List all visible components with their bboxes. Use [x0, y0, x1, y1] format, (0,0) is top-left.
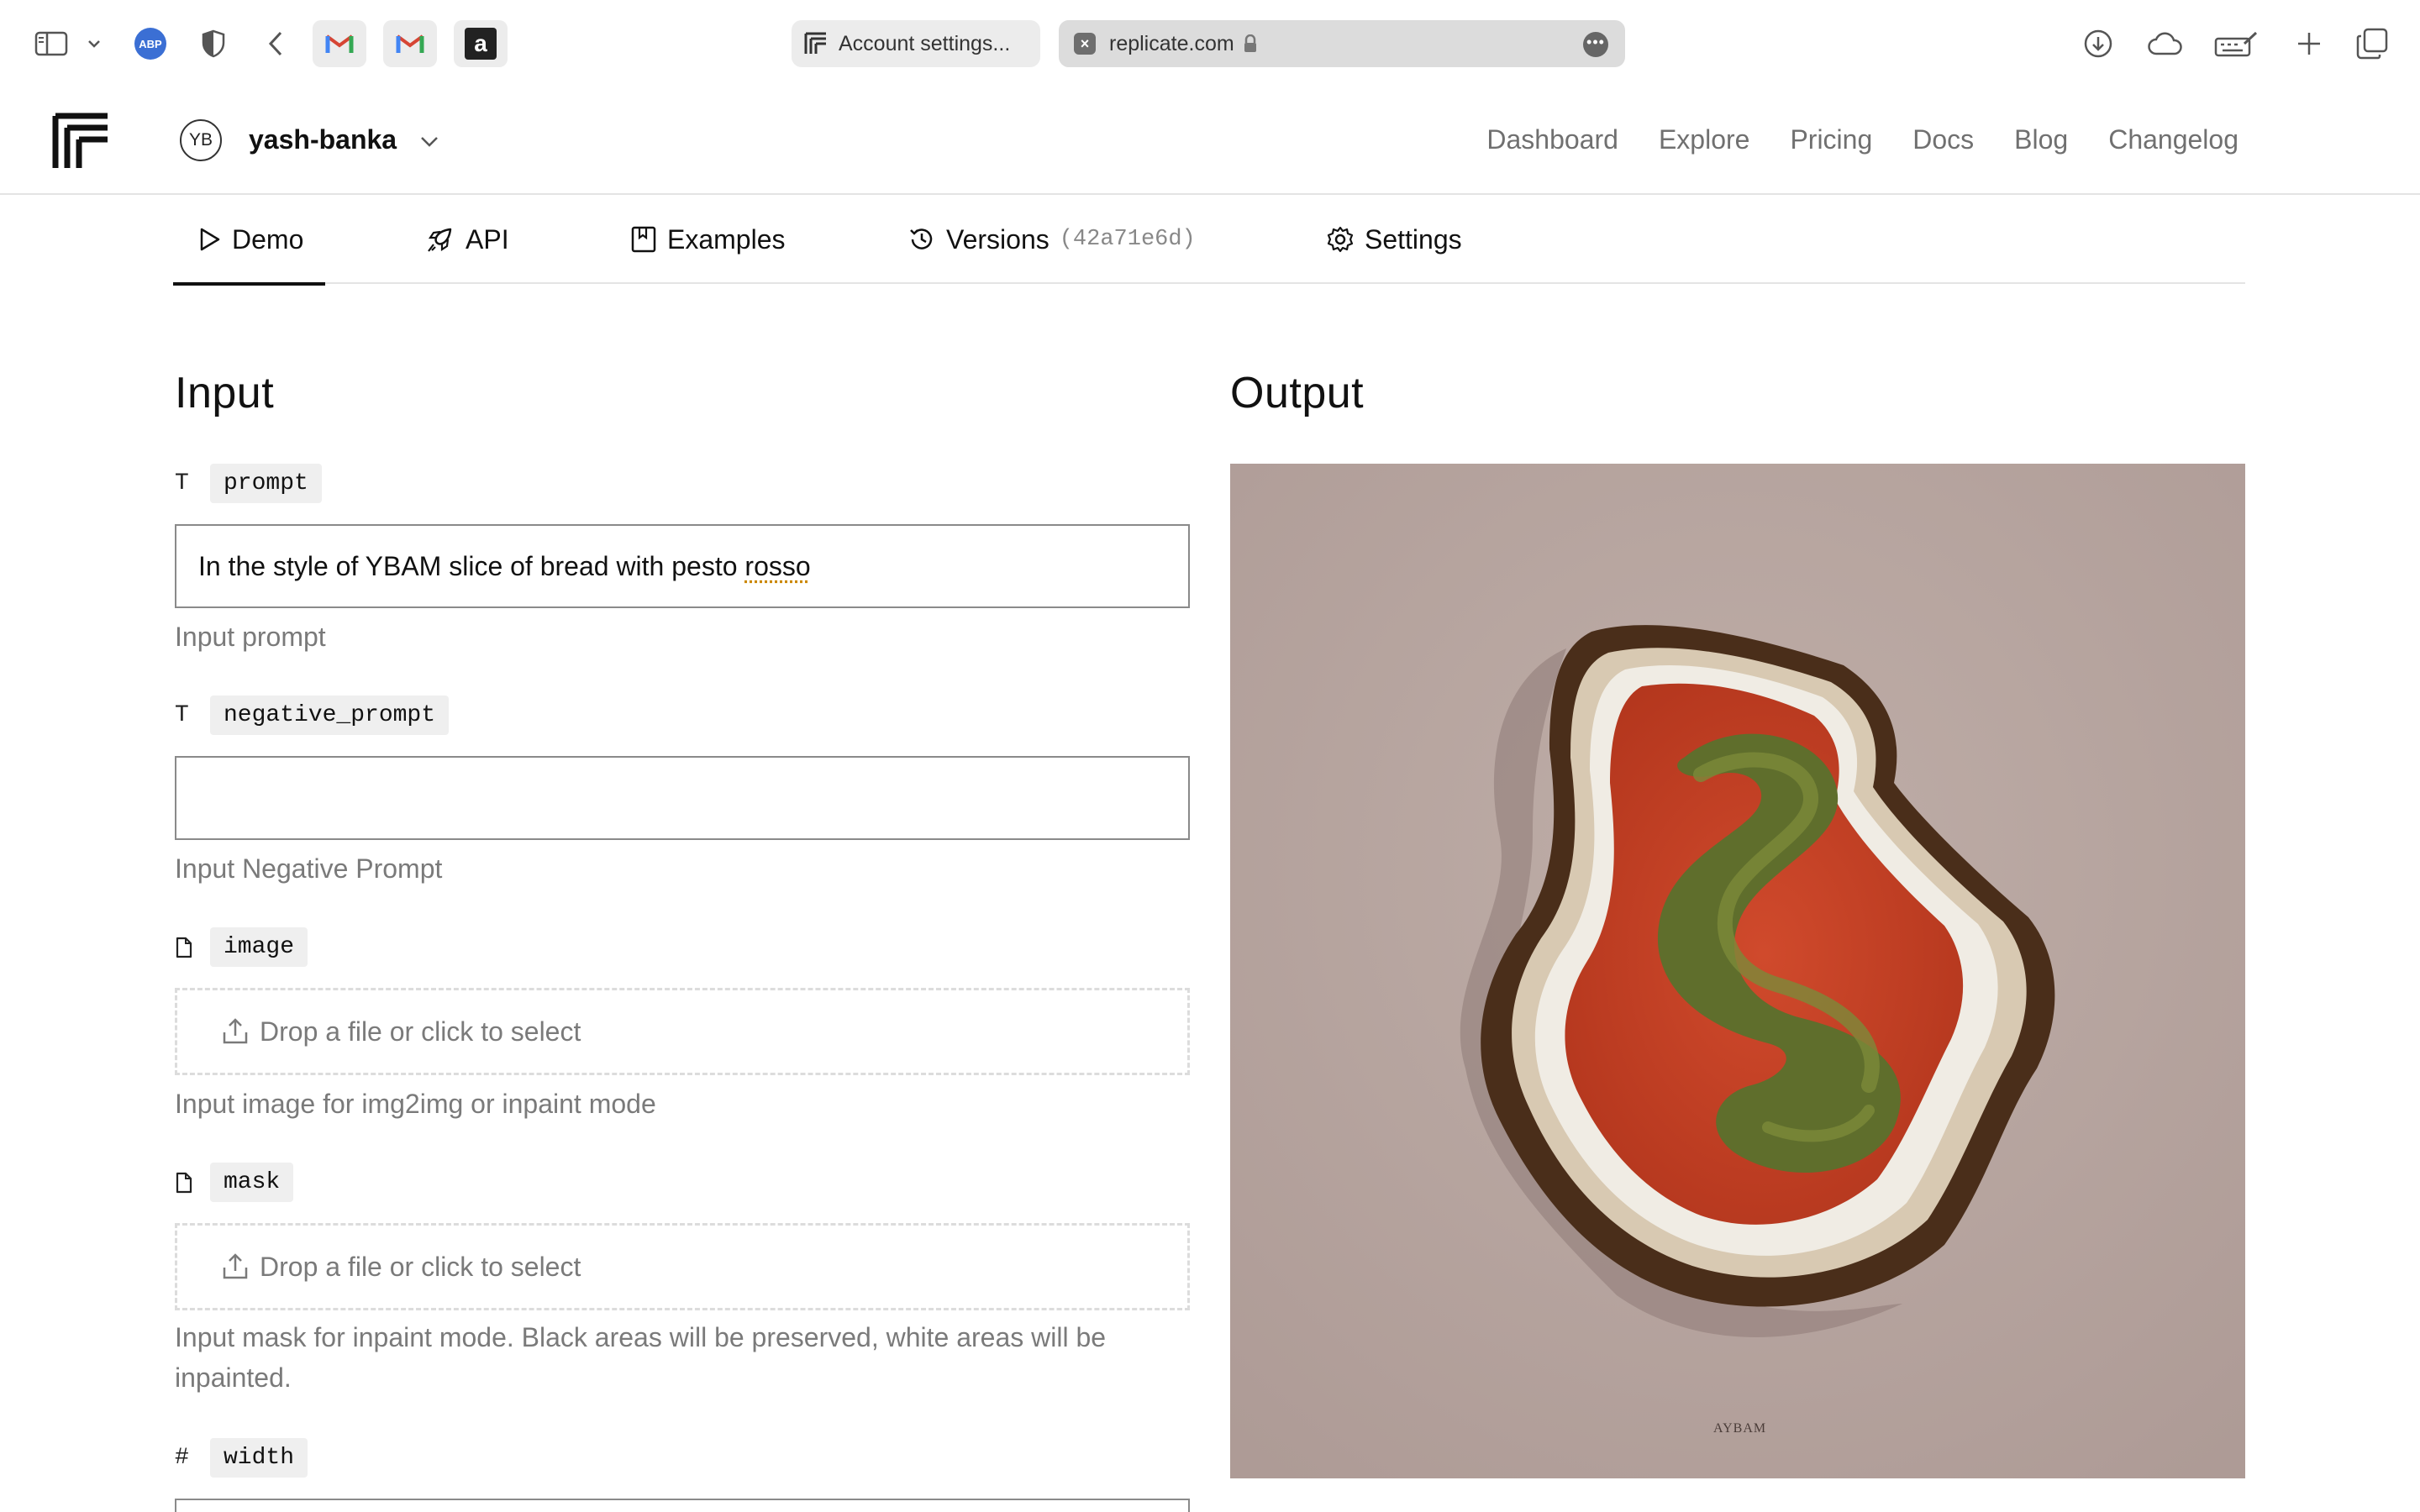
cloud-icon[interactable] [2143, 20, 2186, 67]
new-tab-icon[interactable] [2291, 20, 2328, 67]
sidebar-toggle-icon[interactable] [32, 20, 72, 67]
avatar[interactable]: YB [180, 119, 222, 161]
prompt-field-label: T prompt [175, 464, 322, 503]
input-heading: Input [175, 369, 275, 417]
upload-icon [223, 1018, 248, 1044]
bread-with-pesto-illustration [1230, 464, 2245, 1478]
spellcheck-flagged-word: rosso [744, 550, 811, 581]
text-type-icon: T [175, 702, 189, 728]
file-type-icon [175, 937, 202, 958]
bookmark-book-icon [631, 226, 656, 253]
history-icon [910, 228, 933, 249]
tab-title: Account settings... [839, 31, 1011, 55]
number-type-icon: # [175, 1445, 189, 1471]
text-type-icon: T [175, 470, 189, 496]
mask-dropzone[interactable]: Drop a file or click to select [175, 1223, 1190, 1310]
tab-overview-icon[interactable] [2353, 20, 2391, 67]
image-hint: Input image for img2img or inpaint mode [175, 1089, 656, 1119]
mask-field-label: mask [175, 1163, 294, 1202]
account-username[interactable]: yash-banka [249, 124, 397, 155]
chevron-down-icon[interactable] [418, 131, 440, 153]
artist-signature: AYBAM [1713, 1421, 1767, 1436]
url-text: replicate.com [1109, 31, 1234, 55]
output-image[interactable]: AYBAM [1230, 464, 2245, 1478]
negative-prompt-hint: Input Negative Prompt [175, 853, 443, 884]
field-name-chip: prompt [210, 464, 322, 503]
tab-account-settings[interactable]: Account settings... [792, 20, 1040, 67]
rocket-icon [428, 228, 452, 252]
tab-versions[interactable]: Versions (42a71e6d) [908, 195, 1196, 284]
width-input[interactable] [175, 1499, 1190, 1512]
tab-demo[interactable]: Demo [172, 195, 326, 286]
file-type-icon [175, 1172, 202, 1194]
upload-icon [223, 1253, 248, 1279]
field-name-chip: mask [210, 1163, 294, 1202]
downloads-icon[interactable] [2079, 20, 2118, 67]
dropzone-label: Drop a file or click to select [260, 1016, 581, 1047]
close-tab-icon[interactable]: × [1074, 33, 1096, 55]
width-field-label: # width [175, 1438, 308, 1478]
gmail-favicon-icon[interactable] [313, 20, 366, 67]
edit-keyboard-icon[interactable] [2212, 20, 2262, 67]
nav-changelog[interactable]: Changelog [2108, 124, 2238, 155]
field-name-chip: negative_prompt [210, 696, 450, 735]
prompt-hint: Input prompt [175, 622, 326, 652]
model-tabs: Demo API Examples Versions (42a71e6d) Se… [172, 195, 2245, 286]
gmail-favicon-icon[interactable] [383, 20, 437, 67]
browser-toolbar: ABP a Account settings... × replicate.co… [0, 0, 2420, 87]
tab-label: Demo [232, 223, 304, 255]
amazon-favicon-icon[interactable]: a [454, 20, 508, 67]
tab-examples[interactable]: Examples [630, 195, 786, 284]
page-menu-icon[interactable]: ••• [1583, 32, 1608, 57]
tab-label: API [466, 223, 509, 255]
dropzone-label: Drop a file or click to select [260, 1251, 581, 1282]
output-heading: Output [1230, 369, 1365, 417]
shield-icon[interactable] [195, 20, 232, 67]
negative-prompt-input[interactable] [175, 756, 1190, 840]
tab-label: Settings [1365, 223, 1462, 255]
tab-api[interactable]: API [425, 195, 509, 284]
gear-icon [1327, 226, 1354, 253]
back-arrow-icon[interactable] [259, 20, 292, 67]
prompt-input[interactable]: In the style of YBAM slice of bread with… [175, 524, 1190, 608]
negative-prompt-field-label: T negative_prompt [175, 696, 450, 735]
tab-label: Examples [667, 223, 786, 255]
site-header: YB yash-banka Dashboard Explore Pricing … [0, 87, 2420, 195]
field-name-chip: width [210, 1438, 308, 1478]
lock-icon [1243, 34, 1258, 53]
nav-dashboard[interactable]: Dashboard [1486, 124, 1618, 155]
chevron-down-icon[interactable] [84, 20, 104, 67]
replicate-logo-icon[interactable] [52, 113, 109, 168]
play-icon [200, 228, 220, 251]
address-bar[interactable]: × replicate.com ••• [1059, 20, 1625, 67]
nav-explore[interactable]: Explore [1659, 124, 1750, 155]
prompt-value: In the style of YBAM slice of bread with… [198, 550, 811, 581]
nav-pricing[interactable]: Pricing [1790, 124, 1872, 155]
nav-docs[interactable]: Docs [1912, 124, 1974, 155]
main-nav: Dashboard Explore Pricing Docs Blog Chan… [1486, 124, 2238, 155]
replicate-favicon-icon [803, 31, 829, 56]
tab-label: Versions [946, 223, 1050, 255]
mask-hint: Input mask for inpaint mode. Black areas… [175, 1322, 1107, 1393]
field-name-chip: image [210, 927, 308, 967]
image-dropzone[interactable]: Drop a file or click to select [175, 988, 1190, 1075]
nav-blog[interactable]: Blog [2014, 124, 2068, 155]
adblock-icon[interactable]: ABP [131, 20, 170, 67]
image-field-label: image [175, 927, 308, 967]
version-hash: (42a71e6d) [1059, 227, 1196, 252]
tab-settings[interactable]: Settings [1326, 195, 1462, 284]
